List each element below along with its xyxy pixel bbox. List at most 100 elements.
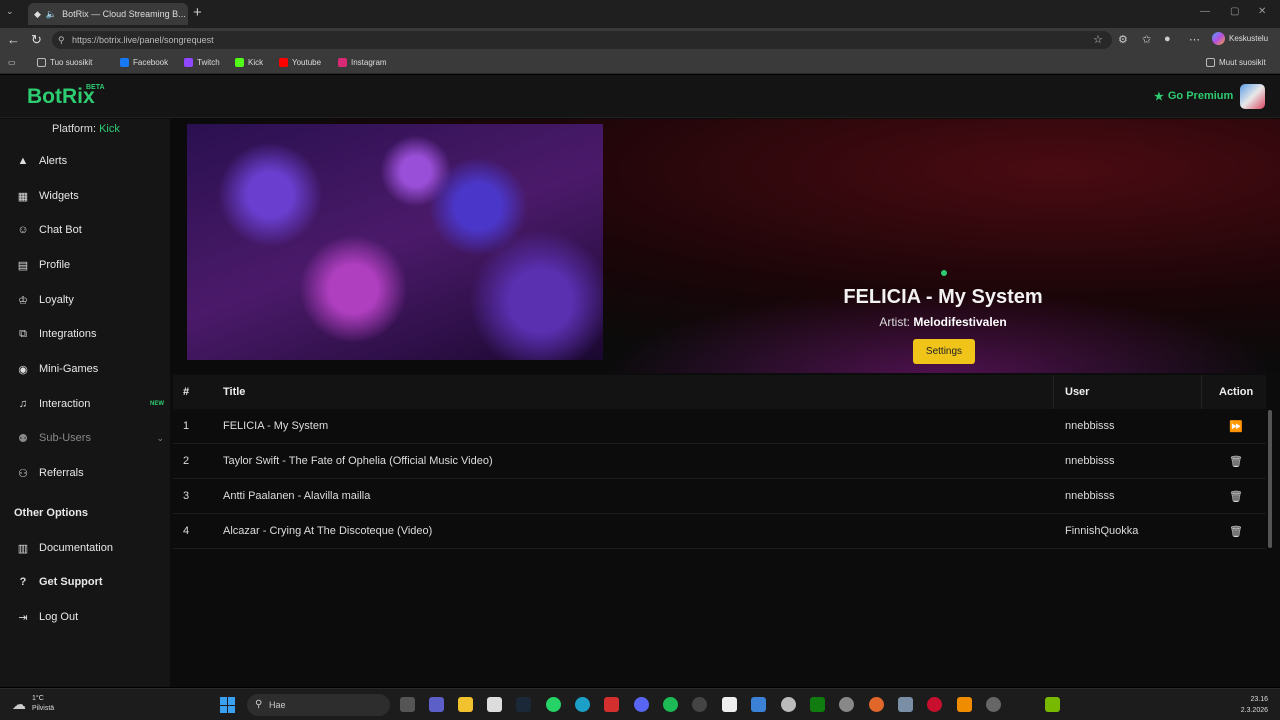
settings-button[interactable]: Settings [913, 339, 975, 364]
back-icon[interactable]: ← [7, 32, 20, 47]
settings-gear-icon[interactable] [781, 697, 796, 712]
sidebar-item-integrations[interactable]: ⧉ Integrations [16, 326, 164, 342]
go-premium-label: Go Premium [1167, 90, 1234, 102]
system-clock[interactable]: 23.16 2.3.2026 [1232, 694, 1268, 716]
sidebar-item-documentation[interactable]: ▥ Documentation [16, 540, 164, 556]
sidebar-item-log-out[interactable]: ⇥ Log Out [16, 609, 164, 625]
beta-badge: BETA [86, 84, 105, 91]
spotify-icon[interactable] [663, 697, 678, 712]
now-playing-title: FELICIA - My System [843, 286, 1043, 308]
speaker-icon[interactable]: 🔈 [46, 9, 57, 20]
bookmark-twitch[interactable]: Twitch [184, 58, 220, 67]
folder-icon [37, 58, 46, 67]
sidebar-item-mini-games[interactable]: ◉ Mini-Games [16, 361, 164, 377]
app-l-icon[interactable] [604, 697, 619, 712]
sidebar-item-widgets[interactable]: ▦ Widgets [16, 188, 164, 204]
question-icon: ? [19, 576, 27, 588]
discord-icon[interactable] [634, 697, 649, 712]
copilot-button[interactable]: Keskustelu [1212, 32, 1268, 45]
trash-icon[interactable]: 🗑 [1229, 455, 1243, 468]
row-user: nnebbisss [1065, 455, 1115, 467]
sidebar-item-label: Chat Bot [39, 224, 82, 236]
opera-icon[interactable] [927, 697, 942, 712]
users-icon: ⚉ [18, 432, 28, 445]
video-player[interactable] [187, 124, 603, 360]
store-icon[interactable] [487, 697, 502, 712]
sidebar-item-label: Interaction [39, 398, 91, 410]
trophy-icon: ♔ [18, 294, 28, 307]
botrix-app: BotRix BETA ★ Go Premium Platform: Kick ▲… [0, 75, 1280, 687]
kick-icon [235, 58, 244, 67]
app-gear-icon[interactable] [898, 697, 913, 712]
book-icon: ▥ [17, 542, 29, 555]
other-bookmarks[interactable]: Muut suosikit [1206, 58, 1266, 67]
row-title: Alcazar - Crying At The Discoteque (Vide… [223, 525, 433, 537]
sidebar-item-profile[interactable]: ▤ Profile [16, 257, 164, 273]
xbox-icon[interactable] [810, 697, 825, 712]
obs-icon[interactable] [839, 697, 854, 712]
steam-icon[interactable] [516, 697, 531, 712]
file-explorer-icon[interactable] [458, 697, 473, 712]
skip-icon[interactable]: ⏩ [1229, 420, 1243, 433]
sidebar-item-sub-users[interactable]: ⚉ Sub-Users ⌄ [16, 430, 164, 446]
now-playing-panel: FELICIA - My System Artist: Melodifestiv… [170, 119, 1280, 373]
scrollbar[interactable] [1268, 410, 1272, 548]
logo[interactable]: BotRix [27, 85, 95, 109]
favorites-icon[interactable]: ✩ [1142, 33, 1151, 46]
nvidia-icon[interactable] [1045, 697, 1060, 712]
sidebar-item-referrals[interactable]: ⚇ Referrals [16, 465, 164, 481]
maximize-icon[interactable]: ▢ [1230, 6, 1239, 17]
sidebar-item-chat-bot[interactable]: ☺ Chat Bot [16, 222, 164, 238]
bookmark-youtube[interactable]: Youtube [279, 58, 321, 67]
task-view-icon[interactable] [400, 697, 415, 712]
sidebar-toggle-icon[interactable]: ▭ [8, 58, 16, 67]
g-hub-icon[interactable] [692, 697, 707, 712]
brave-icon[interactable] [869, 697, 884, 712]
new-tab-icon[interactable]: + [193, 4, 202, 21]
mail-icon[interactable] [751, 697, 766, 712]
start-icon[interactable] [220, 697, 236, 713]
taskbar-search[interactable]: ⚲ Hae [247, 694, 390, 716]
sidebar-item-label: Profile [39, 259, 71, 271]
url-field[interactable]: ⚲ https://botrix.live/panel/songrequest [52, 31, 1112, 49]
go-premium-link[interactable]: ★ Go Premium [1154, 90, 1233, 103]
site-info-icon[interactable]: ⚲ [58, 31, 65, 49]
sidebar-item-get-support[interactable]: ? Get Support [16, 574, 164, 590]
whatsapp-icon[interactable] [546, 697, 561, 712]
id-card-icon: ▤ [17, 259, 29, 272]
sidebar-item-label: Integrations [39, 328, 97, 340]
vlc-icon[interactable] [957, 697, 972, 712]
music-icon: ♫ [18, 398, 28, 410]
extensions-icon[interactable]: ⚙ [1118, 33, 1128, 46]
weather-widget[interactable]: ☁ 1°C Pilvistä [12, 694, 54, 714]
refresh-icon[interactable]: ↻ [31, 32, 42, 48]
more-icon[interactable]: ⋯ [1189, 33, 1200, 46]
row-number: 1 [183, 420, 190, 432]
teams-icon[interactable] [429, 697, 444, 712]
browser-tab[interactable]: ◆ 🔈 BotRix — Cloud Streaming B... ✕ [28, 3, 188, 25]
sidebar-item-interaction[interactable]: ♫ Interaction NEW [16, 396, 164, 412]
warning-icon: ▲ [17, 155, 29, 167]
folder-icon [1206, 58, 1215, 67]
sidebar-item-label: Widgets [39, 190, 79, 202]
avatar[interactable] [1240, 84, 1265, 109]
bookmark-label: Muut suosikit [1219, 58, 1266, 67]
trash-icon[interactable]: 🗑 [1229, 525, 1243, 538]
notepad-icon[interactable] [722, 697, 737, 712]
row-user: nnebbisss [1065, 420, 1115, 432]
tab-list-icon[interactable]: ⌄ [6, 6, 14, 17]
app-icon[interactable] [986, 697, 1001, 712]
edge-icon[interactable] [575, 697, 590, 712]
sidebar-item-loyalty[interactable]: ♔ Loyalty [16, 292, 164, 308]
trash-icon[interactable]: 🗑 [1229, 490, 1243, 503]
chevron-down-icon[interactable]: ⌄ [156, 433, 164, 444]
profile-icon[interactable]: ● [1164, 33, 1171, 45]
sidebar-item-alerts[interactable]: ▲ Alerts [16, 153, 164, 169]
bookmark-import[interactable]: Tuo suosikit [37, 58, 92, 67]
favorite-star-icon[interactable]: ☆ [1093, 33, 1103, 46]
bookmark-facebook[interactable]: Facebook [120, 58, 168, 67]
minimize-icon[interactable]: — [1200, 6, 1210, 17]
bookmark-kick[interactable]: Kick [235, 58, 263, 67]
bookmark-instagram[interactable]: Instagram [338, 58, 387, 67]
close-window-icon[interactable]: ✕ [1258, 6, 1266, 17]
